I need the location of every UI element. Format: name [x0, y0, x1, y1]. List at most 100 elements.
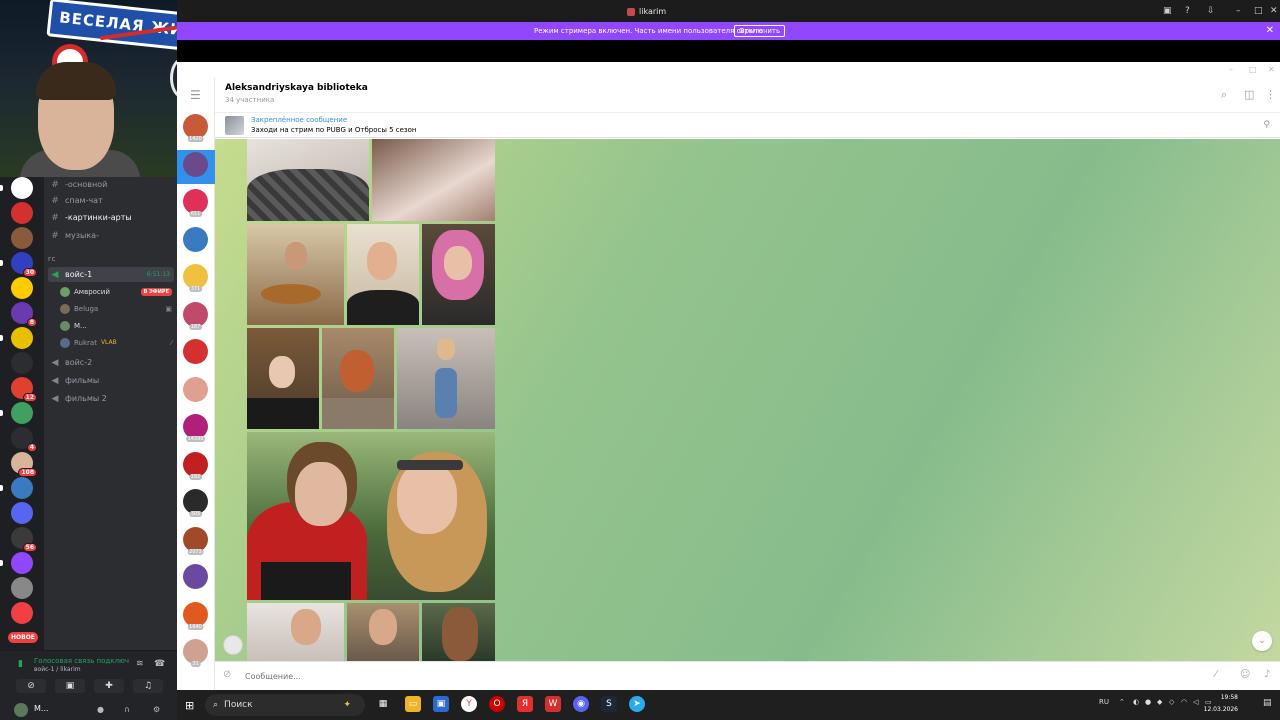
- chat-avatar[interactable]: [183, 339, 208, 364]
- maximize-icon[interactable]: □: [1254, 6, 1263, 16]
- voice-channel-films[interactable]: ◀ фильмы: [48, 373, 174, 388]
- tray-app-icon[interactable]: ◆: [1157, 698, 1162, 706]
- server-icon[interactable]: [11, 477, 33, 499]
- album-photo[interactable]: [247, 328, 319, 429]
- chat-avatar[interactable]: [183, 564, 208, 589]
- close-icon[interactable]: ✕: [1268, 65, 1275, 74]
- volume-icon[interactable]: ◁: [1193, 698, 1198, 706]
- album-photo[interactable]: [422, 603, 495, 661]
- maximize-icon[interactable]: □: [1249, 65, 1257, 74]
- steam-icon[interactable]: S: [601, 696, 617, 712]
- microphone-icon[interactable]: ♪: [1264, 669, 1270, 680]
- pin-list-icon[interactable]: ⚲: [1263, 120, 1270, 130]
- server-icon[interactable]: [11, 327, 33, 349]
- taskbar-search[interactable]: ⌕ Поиск ✦: [205, 694, 365, 716]
- voice-channel-2[interactable]: ◀ войс-2: [48, 355, 174, 370]
- sidebar-toggle-icon[interactable]: ◫: [1244, 88, 1254, 101]
- camera-button[interactable]: ⊘: [16, 679, 46, 693]
- voice-channel-films-2[interactable]: ◀ фильмы 2: [48, 391, 174, 406]
- server-icon[interactable]: [11, 502, 33, 524]
- disable-streamer-button[interactable]: Отключить: [734, 25, 786, 37]
- voice-user[interactable]: М...: [60, 318, 172, 333]
- server-icon[interactable]: [11, 402, 33, 424]
- server-icon[interactable]: [11, 227, 33, 249]
- voice-user[interactable]: Rukrat VLAB ⁄: [60, 335, 172, 350]
- command-icon[interactable]: ⁄: [1215, 669, 1217, 680]
- attach-icon[interactable]: ⊘: [223, 669, 231, 680]
- tray-chevron-icon[interactable]: ⌃: [1119, 698, 1125, 706]
- system-clock[interactable]: 19:58 12.03.2026: [1204, 692, 1238, 716]
- album-photo-large[interactable]: [247, 432, 495, 600]
- search-icon[interactable]: ⌕: [1221, 88, 1227, 102]
- yandex-icon[interactable]: Я: [517, 696, 533, 712]
- server-icon[interactable]: 56: [11, 527, 37, 552]
- headphones-icon[interactable]: ∩: [124, 705, 130, 714]
- language-indicator[interactable]: RU: [1099, 698, 1109, 706]
- tray-app-icon[interactable]: ◐: [1133, 698, 1139, 706]
- chat-avatar[interactable]: 1420: [183, 114, 208, 142]
- opera-icon[interactable]: O: [489, 696, 505, 712]
- yandex-browser-icon[interactable]: Y: [461, 696, 477, 712]
- more-icon[interactable]: ⋮: [1265, 88, 1276, 101]
- server-icon[interactable]: [11, 552, 33, 574]
- username[interactable]: М...: [34, 704, 49, 713]
- sender-avatar[interactable]: [223, 635, 243, 655]
- chat-avatar[interactable]: 187: [183, 301, 208, 330]
- channel-music[interactable]: # музыка-: [48, 228, 174, 243]
- cast-icon[interactable]: ▣: [1163, 6, 1172, 16]
- notifications-icon[interactable]: ▤: [1263, 698, 1272, 708]
- voice-channel-active[interactable]: ◀ войс-1 6:51:13: [48, 267, 174, 282]
- album-photo[interactable]: [247, 139, 369, 221]
- minimize-icon[interactable]: –: [1229, 65, 1233, 74]
- windows-start-icon[interactable]: ⊞: [185, 699, 194, 712]
- voice-user[interactable]: Амвросий В ЭФИРЕ: [60, 284, 172, 299]
- chat-avatar[interactable]: 611: [183, 189, 208, 217]
- telegram-icon[interactable]: ➤: [629, 696, 645, 712]
- gear-icon[interactable]: ⚙: [153, 705, 160, 714]
- album-photo[interactable]: [422, 224, 495, 325]
- album-photo[interactable]: [247, 603, 344, 661]
- category-voice[interactable]: гс: [48, 255, 56, 263]
- chat-avatar[interactable]: [183, 151, 208, 177]
- chat-avatar[interactable]: 14399: [183, 414, 208, 442]
- server-icon[interactable]: 108: [11, 452, 37, 477]
- album-photo[interactable]: [347, 603, 419, 661]
- wps-icon[interactable]: W: [545, 696, 561, 712]
- emoji-icon[interactable]: ☺: [1240, 669, 1250, 680]
- mic-icon[interactable]: ●: [1145, 698, 1151, 706]
- server-icon[interactable]: [11, 277, 33, 299]
- server-icon[interactable]: [11, 202, 33, 224]
- chat-avatar[interactable]: 1640: [183, 601, 208, 630]
- chat-avatar[interactable]: 2073: [183, 526, 208, 555]
- chat-avatar[interactable]: 31: [183, 639, 208, 667]
- chat-avatar[interactable]: [183, 376, 208, 402]
- discord-icon[interactable]: ◉: [573, 696, 589, 712]
- server-icon[interactable]: 8: [11, 302, 37, 327]
- message-input[interactable]: [245, 668, 1145, 684]
- screen-share-button[interactable]: ▣: [55, 679, 85, 693]
- hamburger-menu-icon[interactable]: ☰: [190, 88, 201, 102]
- file-explorer-icon[interactable]: ▭: [405, 696, 421, 712]
- album-photo[interactable]: [347, 224, 419, 325]
- help-icon[interactable]: ?: [1185, 6, 1190, 16]
- album-photo[interactable]: [247, 224, 344, 325]
- task-view-icon[interactable]: ▦: [375, 696, 391, 712]
- album-photo[interactable]: [322, 328, 394, 429]
- server-icon[interactable]: [11, 602, 33, 624]
- store-icon[interactable]: ▣: [433, 696, 449, 712]
- mic-icon[interactable]: ●: [97, 705, 104, 714]
- wifi-icon[interactable]: ◠: [1181, 698, 1187, 706]
- tray-app-icon[interactable]: ◇: [1169, 698, 1174, 706]
- server-icon[interactable]: 30: [11, 252, 37, 277]
- soundboard-button[interactable]: ♫: [133, 679, 163, 693]
- server-icon[interactable]: 4: [11, 427, 37, 452]
- album-photo[interactable]: [397, 328, 495, 429]
- avatar[interactable]: [14, 703, 28, 717]
- activities-button[interactable]: ✚: [94, 679, 124, 693]
- server-icon[interactable]: [11, 352, 33, 374]
- voice-user[interactable]: Beluga ▣: [60, 301, 172, 316]
- chat-avatar[interactable]: 371: [183, 264, 208, 292]
- chat-name[interactable]: Aleksandriyskaya biblioteka: [225, 83, 368, 93]
- channel-art[interactable]: # -картинки-арты: [48, 210, 174, 225]
- pinned-message-bar[interactable]: Закреплённое сообщение Заходи на стрим п…: [215, 112, 1280, 138]
